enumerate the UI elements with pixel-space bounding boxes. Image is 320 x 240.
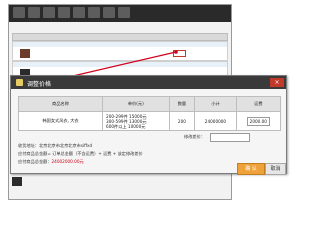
col-product-name: 商品名称 xyxy=(17,96,104,112)
nav-message-icon[interactable] xyxy=(88,7,100,18)
product-name: 韩国女式风衣, 大衣 xyxy=(17,111,104,131)
nav-help-icon[interactable] xyxy=(118,7,130,18)
col-subtotal: 小计 xyxy=(194,96,237,112)
price-tiers: 200-299件 15000元 300-599件 13000元 600件以上 1… xyxy=(102,111,170,131)
dialog-title: 调整价格 xyxy=(27,81,52,88)
table-header-row: 商品名称 单价(元) 数量 小计 运费 xyxy=(17,96,282,112)
order-bar xyxy=(13,42,227,47)
order-table-header xyxy=(12,33,228,41)
dialog-icon xyxy=(16,79,23,86)
shipping-cell: 2000.00 xyxy=(235,111,282,131)
price-table: 商品名称 单价(元) 数量 小计 运费 韩国女式风衣, 大衣 200-299件 … xyxy=(17,96,282,131)
order-thumb-5[interactable] xyxy=(12,177,22,186)
adjust-price-dialog: 调整价格 × 商品名称 单价(元) 数量 小计 运费 韩国女式风衣, 大衣 20… xyxy=(10,75,287,175)
formula-text: = 订单总金额（不含运费）+ 运费 + 该定修改差价 xyxy=(47,151,143,156)
formula-line: 应付商品总金额= 订单总金额（不含运费）+ 运费 + 该定修改差价 xyxy=(18,151,143,157)
close-icon[interactable]: × xyxy=(270,78,284,87)
col-shipping: 运费 xyxy=(235,96,282,112)
product-thumbnail[interactable] xyxy=(20,49,30,58)
nav-home-icon[interactable] xyxy=(13,7,25,18)
nav-orders-icon[interactable] xyxy=(28,7,40,18)
col-quantity: 数量 xyxy=(168,96,196,112)
table-row: 韩国女式风衣, 大衣 200-299件 15000元 300-599件 1300… xyxy=(17,111,282,131)
nav-settings-icon[interactable] xyxy=(103,7,115,18)
order-bar xyxy=(13,62,227,67)
subtotal: 24000000 xyxy=(194,111,237,131)
nav-shop-icon[interactable] xyxy=(73,7,85,18)
total-label: 应付商品总金额： xyxy=(18,159,52,164)
col-unit-price: 单价(元) xyxy=(102,96,170,112)
formula-label: 应付商品总金额 xyxy=(18,151,48,156)
price-tier: 600件以上 10000元 xyxy=(106,123,146,129)
top-nav-bar xyxy=(9,5,231,22)
quantity: 200 xyxy=(168,111,196,131)
discount-input[interactable] xyxy=(210,133,250,142)
total-value: 24002000.00元 xyxy=(51,159,84,164)
nav-products-icon[interactable] xyxy=(43,7,55,18)
address-line: 收货地址：北京北京市北京北京市siffxd xyxy=(18,143,92,149)
dialog-title-bar: 调整价格 × xyxy=(11,76,286,89)
nav-buyer-icon[interactable] xyxy=(58,7,70,18)
confirm-button[interactable]: 确 认 xyxy=(237,163,265,175)
discount-label: 修改差价： xyxy=(184,134,205,139)
shipping-input[interactable]: 2000.00 xyxy=(246,116,270,126)
address-label: 收货地址：北京北京市 xyxy=(18,143,60,148)
order-row[interactable] xyxy=(12,41,228,61)
total-line: 应付商品总金额：24002000.00元 xyxy=(18,159,84,165)
cancel-button[interactable]: 取消 xyxy=(265,163,286,175)
adjust-price-button[interactable] xyxy=(173,50,186,57)
address-value: 北京北京市siffxd xyxy=(59,143,93,148)
